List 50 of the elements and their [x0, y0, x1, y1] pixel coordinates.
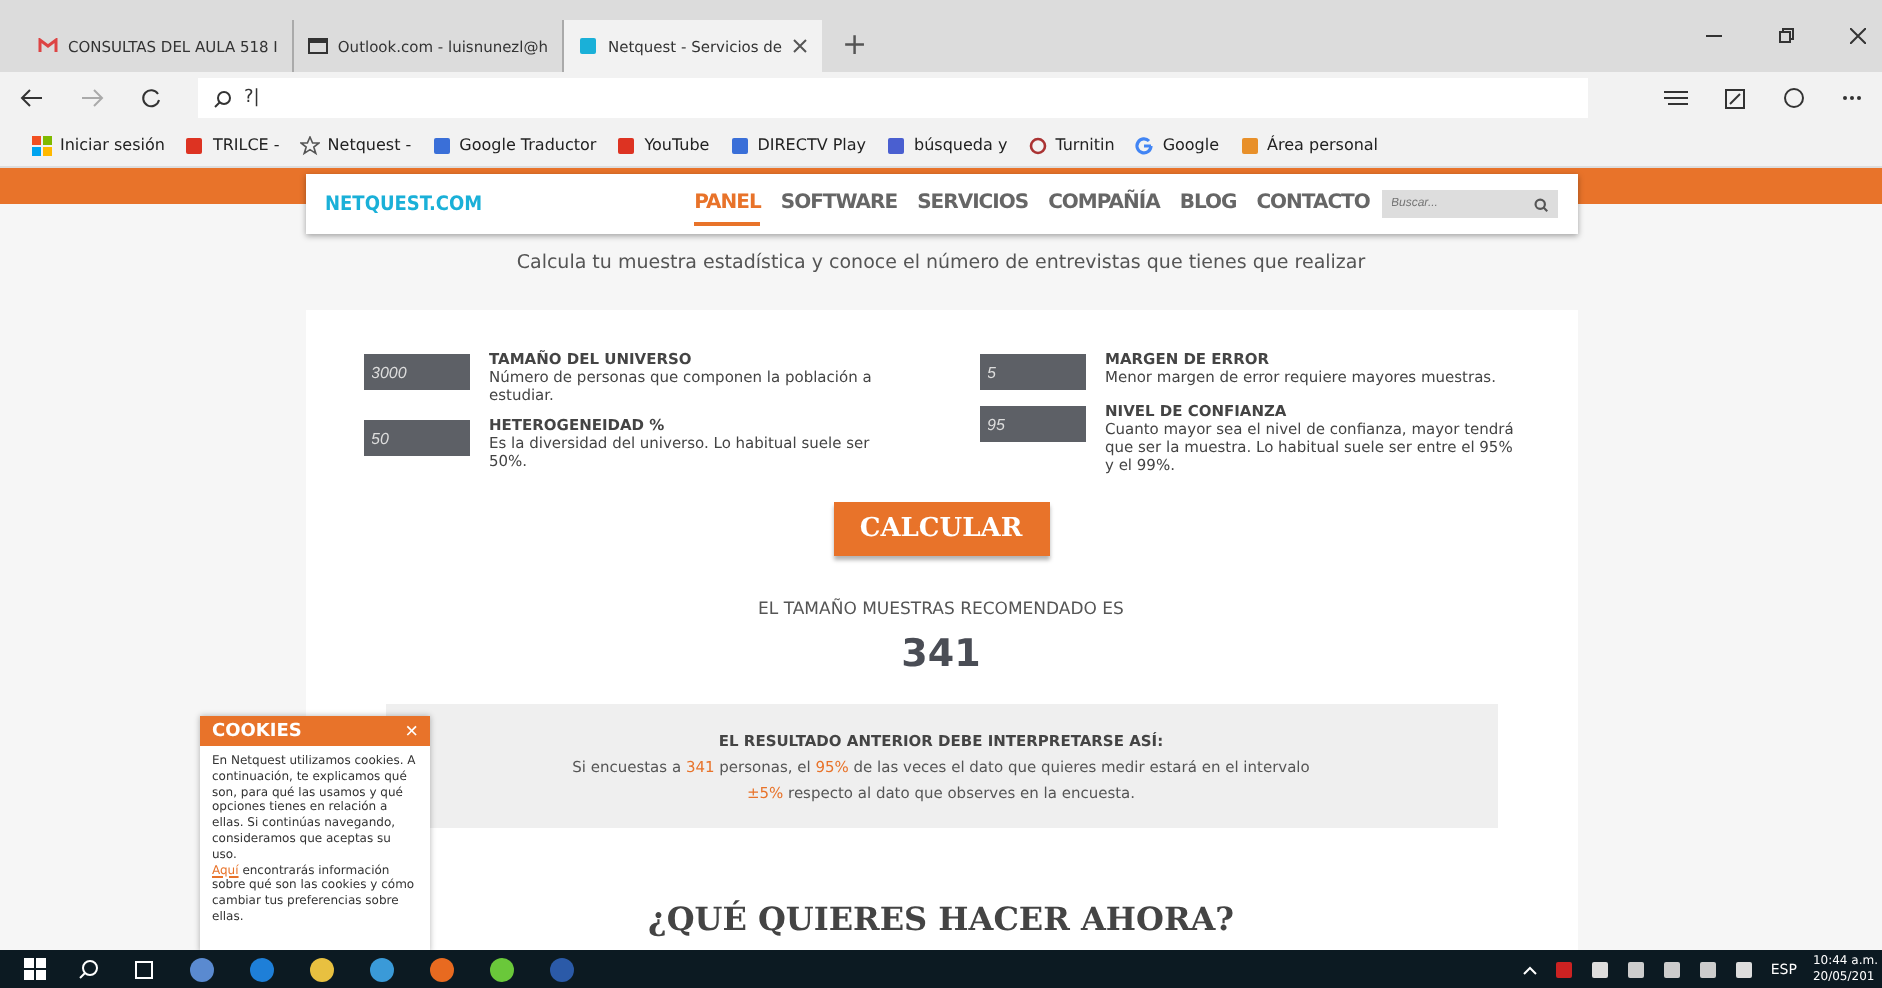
bookmark-icon	[184, 135, 205, 155]
number-field[interactable]: 3000	[363, 354, 469, 390]
page-icon	[431, 135, 452, 155]
address-field[interactable]: ?|	[198, 78, 1588, 118]
bookmark-link[interactable]: búsqueda y	[886, 135, 1008, 155]
close-icon[interactable]	[1850, 28, 1866, 44]
bookmark-link[interactable]: Netquest -	[299, 135, 412, 155]
bookmark-link[interactable]: Google	[1134, 135, 1220, 155]
new-tab-button[interactable]: +	[842, 26, 868, 62]
share-icon[interactable]	[1782, 86, 1806, 110]
page-icon	[729, 135, 750, 155]
result-value: 341	[901, 632, 981, 676]
nav-link[interactable]: SERVICIOS	[917, 183, 1029, 225]
bookmark-link[interactable]: Iniciar sesión	[32, 135, 165, 155]
grid-icon	[32, 135, 52, 155]
bookmark-link[interactable]: Google Traductor	[431, 135, 597, 155]
result-label: EL TAMAÑO MUESTRAS RECOMENDADO ES	[758, 600, 1124, 620]
bookmark-link[interactable]: TRILCE -	[184, 135, 280, 155]
popup-title: COOKIES	[212, 721, 302, 741]
window-icon	[307, 38, 328, 54]
pen-icon[interactable]	[1724, 87, 1746, 109]
nav-link[interactable]: BLOG	[1179, 183, 1237, 225]
site-icon	[577, 36, 598, 56]
more-icon[interactable]	[1842, 94, 1862, 102]
bookmark-link[interactable]: Turnitin	[1027, 135, 1115, 155]
back-icon[interactable]	[20, 88, 44, 108]
subtitle: Calcula tu muestra estadística y conoce el número de entrevistas que tienes que realizar	[516, 252, 1366, 274]
bookmark-link[interactable]: DIRECTV Play	[729, 135, 867, 155]
start-icon[interactable]	[24, 958, 46, 980]
g-icon	[1134, 135, 1155, 155]
bookmark-icon	[1239, 135, 1260, 155]
number-field[interactable]: 50	[363, 420, 469, 456]
menu-icon[interactable]	[1664, 88, 1688, 108]
section-heading: ¿QUÉ QUIERES HACER AHORA?	[647, 900, 1235, 938]
search-icon	[214, 89, 232, 107]
star-icon	[299, 135, 320, 155]
restore-icon[interactable]	[1778, 28, 1794, 44]
number-field[interactable]: 5	[979, 354, 1085, 390]
bookmark-link[interactable]: Área personal	[1239, 135, 1379, 155]
number-field[interactable]: 95	[979, 406, 1085, 442]
close-icon[interactable]	[792, 38, 809, 54]
caret-icon[interactable]	[1522, 963, 1539, 975]
bookmark-icon	[886, 135, 907, 155]
search-icon[interactable]	[78, 958, 100, 980]
nav-link[interactable]: CONTACTO	[1256, 183, 1370, 225]
task-view-icon[interactable]	[132, 959, 156, 979]
nav-link[interactable]: COMPAÑÍA	[1048, 183, 1160, 225]
bookmark-link[interactable]: YouTube	[616, 135, 710, 155]
refresh-icon[interactable]	[140, 87, 162, 109]
nav-link[interactable]: SOFTWARE	[780, 183, 898, 225]
